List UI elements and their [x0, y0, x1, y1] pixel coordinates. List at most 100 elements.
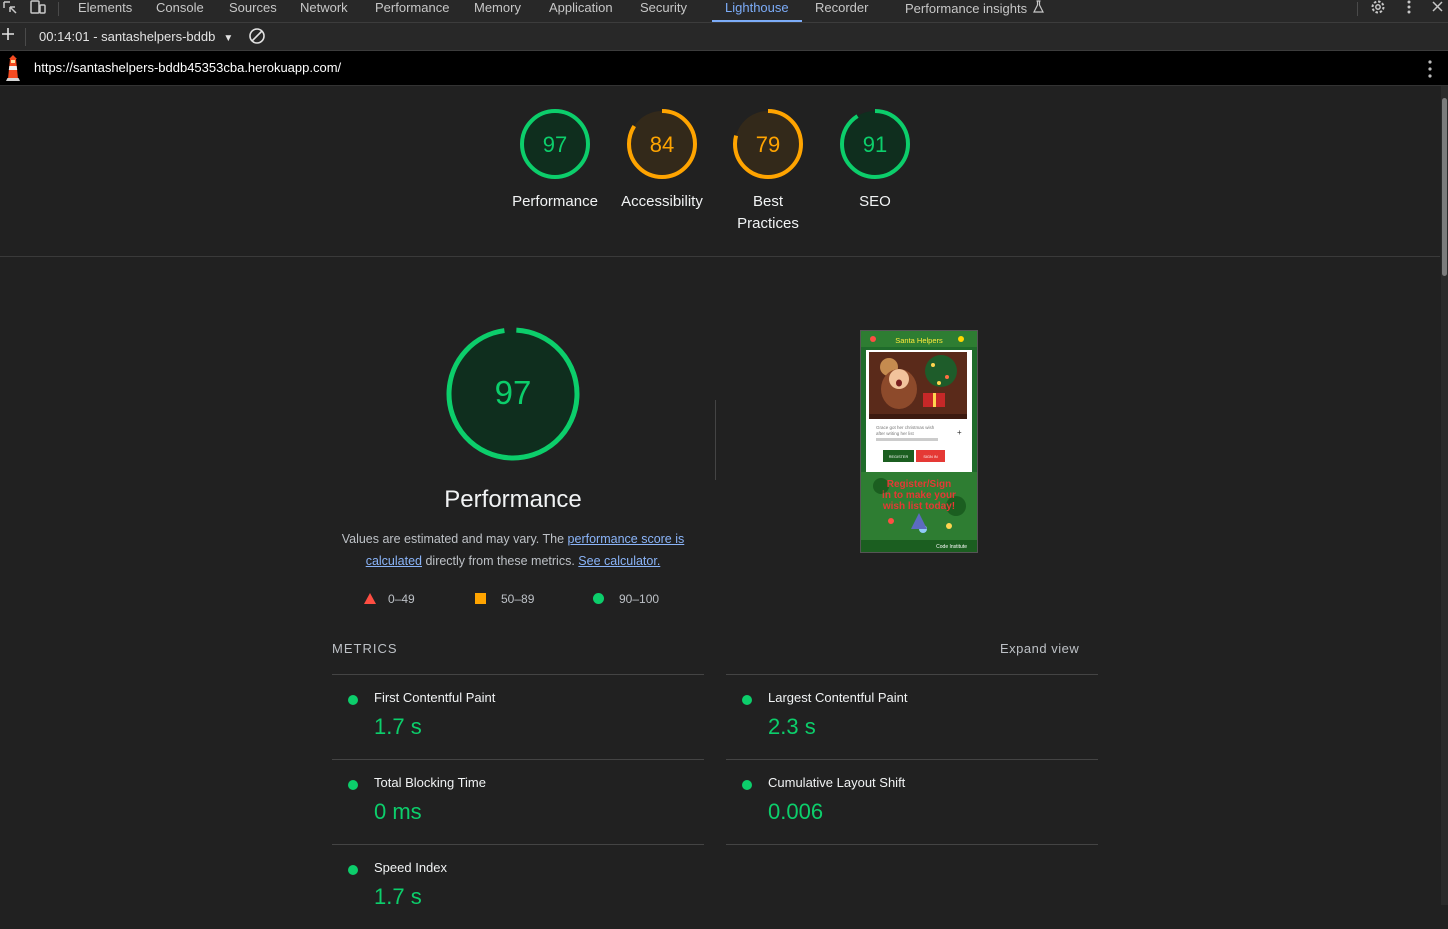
- new-report-plus-icon[interactable]: [0, 26, 16, 42]
- gauge-label: SEO: [859, 193, 891, 210]
- chevron-down-icon: ▼: [223, 33, 234, 44]
- score-gauge-best-practices[interactable]: 79 Best Practices: [713, 108, 823, 235]
- svg-text:91: 91: [863, 132, 887, 157]
- score-gauge-accessibility[interactable]: 84 Accessibility: [607, 108, 717, 213]
- green-circle-icon: [593, 593, 604, 604]
- legend-average: 50–89: [475, 592, 534, 606]
- metric-largest-contentful-paint: Largest Contentful Paint 2.3 s: [726, 674, 1098, 759]
- lighthouse-logo-icon: [6, 55, 20, 81]
- legend-fail: 0–49: [364, 592, 415, 606]
- svg-text:wish list today!: wish list today!: [882, 501, 955, 512]
- gauge-ring: 79: [733, 109, 803, 179]
- svg-text:Grace got her christmas wish: Grace got her christmas wish: [876, 425, 935, 430]
- devtools-tab-bar: Elements Console Sources Network Perform…: [0, 0, 1448, 23]
- tab-performance-insights[interactable]: Performance insights: [905, 0, 1045, 22]
- pass-dot-icon: [742, 780, 752, 790]
- experiment-flask-icon: [1033, 0, 1045, 13]
- svg-text:SIGN IN: SIGN IN: [923, 455, 937, 459]
- scores-header: 97 Performance 84 Accessibility 79 Best …: [0, 86, 1440, 257]
- svg-text:97: 97: [495, 374, 532, 411]
- svg-text:Santa Helpers: Santa Helpers: [895, 336, 943, 345]
- svg-text:in to make your: in to make your: [882, 490, 956, 501]
- gauge-label: Best Practices: [737, 193, 799, 232]
- metric-speed-index: Speed Index 1.7 s: [332, 844, 704, 929]
- tab-elements[interactable]: Elements: [78, 0, 132, 22]
- tab-recorder[interactable]: Recorder: [815, 0, 868, 22]
- inspect-element-icon[interactable]: [2, 0, 20, 16]
- metric-value: 0.006: [768, 799, 824, 824]
- tab-sources[interactable]: Sources: [229, 0, 277, 22]
- metric-title: First Contentful Paint: [374, 690, 496, 705]
- settings-gear-icon[interactable]: [1369, 0, 1387, 16]
- svg-text:after writing her list: after writing her list: [876, 431, 915, 436]
- gauge-ring: 97: [520, 109, 590, 179]
- pass-dot-icon: [742, 695, 752, 705]
- section-divider: [715, 400, 716, 480]
- svg-text:Register/Sign: Register/Sign: [887, 479, 951, 490]
- pass-dot-icon: [348, 865, 358, 875]
- metric-value: 1.7 s: [374, 714, 422, 739]
- tab-console[interactable]: Console: [156, 0, 204, 22]
- close-devtools-icon[interactable]: [1429, 0, 1447, 16]
- legend-fail-label: 0–49: [388, 592, 415, 606]
- tab-memory[interactable]: Memory: [474, 0, 521, 22]
- tab-network[interactable]: Network: [300, 0, 348, 22]
- performance-title: Performance: [444, 486, 582, 513]
- metrics-heading: METRICS: [332, 641, 398, 656]
- gauge-ring: 91: [840, 109, 910, 179]
- metrics-row-divider: [726, 844, 1098, 845]
- scrollbar-thumb[interactable]: [1442, 98, 1447, 276]
- metric-total-blocking-time: Total Blocking Time 0 ms: [332, 759, 704, 844]
- screenshot-image: Santa Helpers Grace got her christmas wi…: [861, 331, 977, 552]
- more-options-icon[interactable]: [1400, 0, 1418, 16]
- report-menu-icon[interactable]: [1424, 59, 1436, 79]
- metric-first-contentful-paint: First Contentful Paint 1.7 s: [332, 674, 704, 759]
- tab-performance-insights-label: Performance insights: [905, 1, 1028, 16]
- orange-square-icon: [475, 593, 486, 604]
- performance-description: Values are estimated and may vary. The p…: [332, 528, 694, 572]
- pass-dot-icon: [348, 695, 358, 705]
- lighthouse-toolbar: 00:14:01 - santashelpers-bddb ▼: [0, 23, 1448, 51]
- metric-value: 0 ms: [374, 799, 422, 824]
- performance-big-gauge: 97: [446, 327, 580, 461]
- tab-application[interactable]: Application: [549, 0, 613, 22]
- legend-average-label: 50–89: [501, 592, 535, 606]
- tab-lighthouse[interactable]: Lighthouse: [712, 0, 802, 22]
- red-triangle-icon: [364, 593, 376, 604]
- tab-security[interactable]: Security: [640, 0, 687, 22]
- desc-text: Values are estimated and may vary. The: [341, 532, 565, 546]
- legend-pass: 90–100: [593, 592, 659, 606]
- expand-view-toggle[interactable]: Expand view: [1000, 641, 1079, 656]
- gauge-ring: 84: [627, 109, 697, 179]
- svg-text:97: 97: [543, 132, 567, 157]
- metric-title: Total Blocking Time: [374, 775, 486, 790]
- svg-text:REGISTER: REGISTER: [889, 455, 909, 459]
- report-select-label: 00:14:01 - santashelpers-bddb: [39, 29, 216, 44]
- metric-cumulative-layout-shift: Cumulative Layout Shift 0.006: [726, 759, 1098, 844]
- legend-pass-label: 90–100: [619, 592, 660, 606]
- vertical-scrollbar[interactable]: [1441, 86, 1448, 905]
- device-toolbar-icon[interactable]: [29, 0, 47, 16]
- report-select-dropdown[interactable]: 00:14:01 - santashelpers-bddb ▼: [39, 29, 233, 44]
- score-gauge-performance[interactable]: 97 Performance: [500, 108, 610, 213]
- gauge-label: Accessibility: [621, 193, 703, 210]
- svg-text:79: 79: [756, 132, 780, 157]
- see-calculator-link[interactable]: See calculator.: [578, 554, 660, 568]
- tab-performance[interactable]: Performance: [375, 0, 449, 22]
- report-url[interactable]: https://santashelpers-bddb45353cba.herok…: [34, 60, 341, 75]
- gauge-label: Performance: [512, 193, 598, 210]
- metric-title: Speed Index: [374, 860, 448, 875]
- svg-text:Code Institute: Code Institute: [936, 544, 967, 550]
- report-url-bar: https://santashelpers-bddb45353cba.herok…: [0, 51, 1448, 86]
- clear-reports-icon[interactable]: [248, 27, 266, 45]
- pass-dot-icon: [348, 780, 358, 790]
- desc-mid: directly from these metrics.: [425, 554, 575, 568]
- svg-text:84: 84: [650, 132, 674, 157]
- score-gauge-seo[interactable]: 91 SEO: [820, 108, 930, 213]
- final-screenshot-thumbnail[interactable]: Santa Helpers Grace got her christmas wi…: [860, 330, 978, 553]
- metric-value: 2.3 s: [768, 714, 816, 739]
- metric-value: 1.7 s: [374, 884, 422, 909]
- metric-title: Largest Contentful Paint: [768, 690, 908, 705]
- metric-title: Cumulative Layout Shift: [768, 775, 906, 790]
- svg-text:+: +: [957, 428, 962, 437]
